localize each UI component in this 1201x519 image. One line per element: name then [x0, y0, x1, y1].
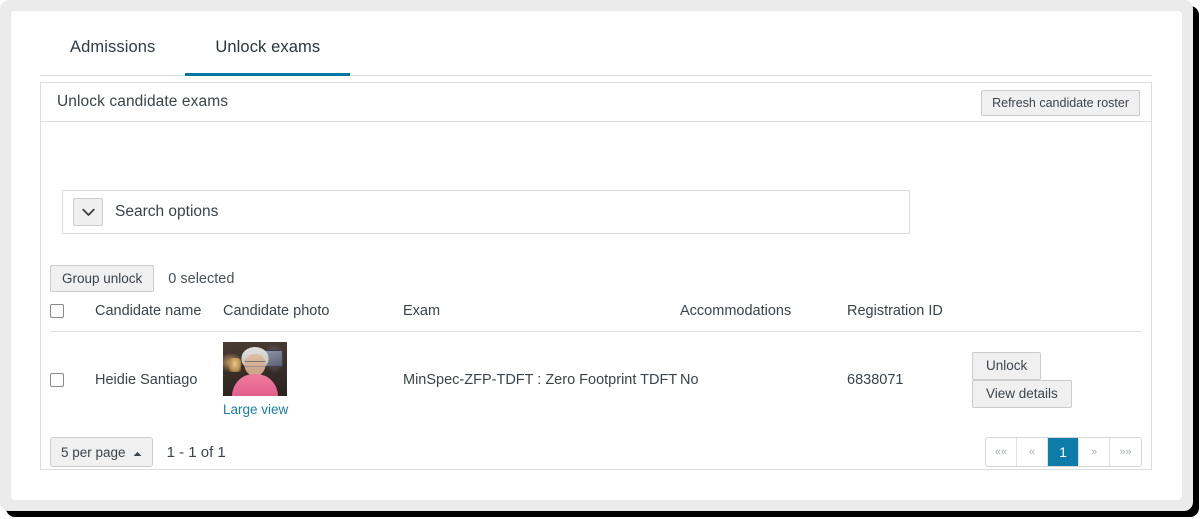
- per-page-selector[interactable]: 5 per page: [50, 437, 153, 467]
- row-select-cell: [50, 332, 95, 428]
- select-all-header: [50, 303, 95, 332]
- result-range-label: 1 - 1 of 1: [166, 443, 226, 461]
- caret-up-icon: [133, 445, 142, 460]
- cell-exam: MinSpec-ZFP-TDFT : Zero Footprint TDFT: [403, 371, 678, 388]
- card-header: Unlock candidate exams Refresh candidate…: [41, 83, 1151, 122]
- search-options-panel: Search options: [62, 190, 910, 234]
- card-body: Search options Group unlock 0 selected C…: [41, 122, 1151, 469]
- table-footer: 5 per page 1 - 1 of 1 «« « 1 » »»: [50, 435, 1142, 469]
- table-row: Heidie Santiago Large view MinSpec-ZFP-T…: [50, 332, 1142, 428]
- refresh-candidate-roster-button[interactable]: Refresh candidate roster: [981, 90, 1140, 116]
- page-prev-button[interactable]: «: [1017, 438, 1048, 466]
- row-select-checkbox[interactable]: [50, 372, 64, 387]
- per-page-label: 5 per page: [61, 444, 126, 460]
- page-1-button[interactable]: 1: [1048, 438, 1079, 466]
- tab-unlock-exams-label: Unlock exams: [215, 38, 321, 56]
- table-header-row: Candidate name Candidate photo Exam Acco…: [50, 303, 1142, 332]
- column-header-registration-id: Registration ID: [847, 303, 972, 332]
- page-last-button[interactable]: »»: [1110, 438, 1141, 466]
- cell-registration-id: 6838071: [847, 371, 904, 388]
- candidate-photo-thumbnail[interactable]: [223, 342, 287, 397]
- chevron-down-icon[interactable]: [73, 198, 103, 226]
- app-window-content: Admissions Unlock exams Unlock candidate…: [11, 11, 1182, 500]
- tab-unlock-exams[interactable]: Unlock exams: [185, 22, 351, 76]
- tab-bar: Admissions Unlock exams: [40, 22, 1152, 76]
- unlock-button[interactable]: Unlock: [972, 351, 1042, 380]
- unlock-candidate-exams-card: Unlock candidate exams Refresh candidate…: [40, 82, 1152, 470]
- search-options-label: Search options: [115, 203, 219, 220]
- group-unlock-button[interactable]: Group unlock: [50, 265, 155, 292]
- column-header-exam: Exam: [403, 303, 680, 332]
- cell-accommodations: No: [680, 371, 699, 388]
- page-first-button[interactable]: ««: [986, 438, 1017, 466]
- tab-admissions[interactable]: Admissions: [40, 22, 185, 76]
- selected-count-label: 0 selected: [168, 270, 235, 287]
- cell-candidate-name: Heidie Santiago: [95, 371, 198, 388]
- column-header-accommodations: Accommodations: [680, 303, 847, 332]
- select-all-checkbox[interactable]: [50, 304, 64, 319]
- column-header-candidate-photo: Candidate photo: [223, 303, 403, 332]
- column-header-candidate-name: Candidate name: [95, 303, 223, 332]
- cell-candidate-photo: Large view: [223, 332, 403, 428]
- large-view-link[interactable]: Large view: [223, 402, 288, 417]
- candidate-roster-table: Candidate name Candidate photo Exam Acco…: [50, 303, 1142, 428]
- app-window-frame: Admissions Unlock exams Unlock candidate…: [0, 0, 1193, 511]
- view-details-button[interactable]: View details: [972, 379, 1072, 408]
- group-action-bar: Group unlock 0 selected: [50, 265, 234, 292]
- pagination: «« « 1 » »»: [985, 437, 1142, 467]
- tab-admissions-label: Admissions: [70, 38, 156, 56]
- page-title: Unlock candidate exams: [57, 93, 229, 110]
- column-header-actions: [972, 303, 1142, 332]
- cell-actions: Unlock View details: [972, 332, 1142, 428]
- page-next-button[interactable]: »: [1079, 438, 1110, 466]
